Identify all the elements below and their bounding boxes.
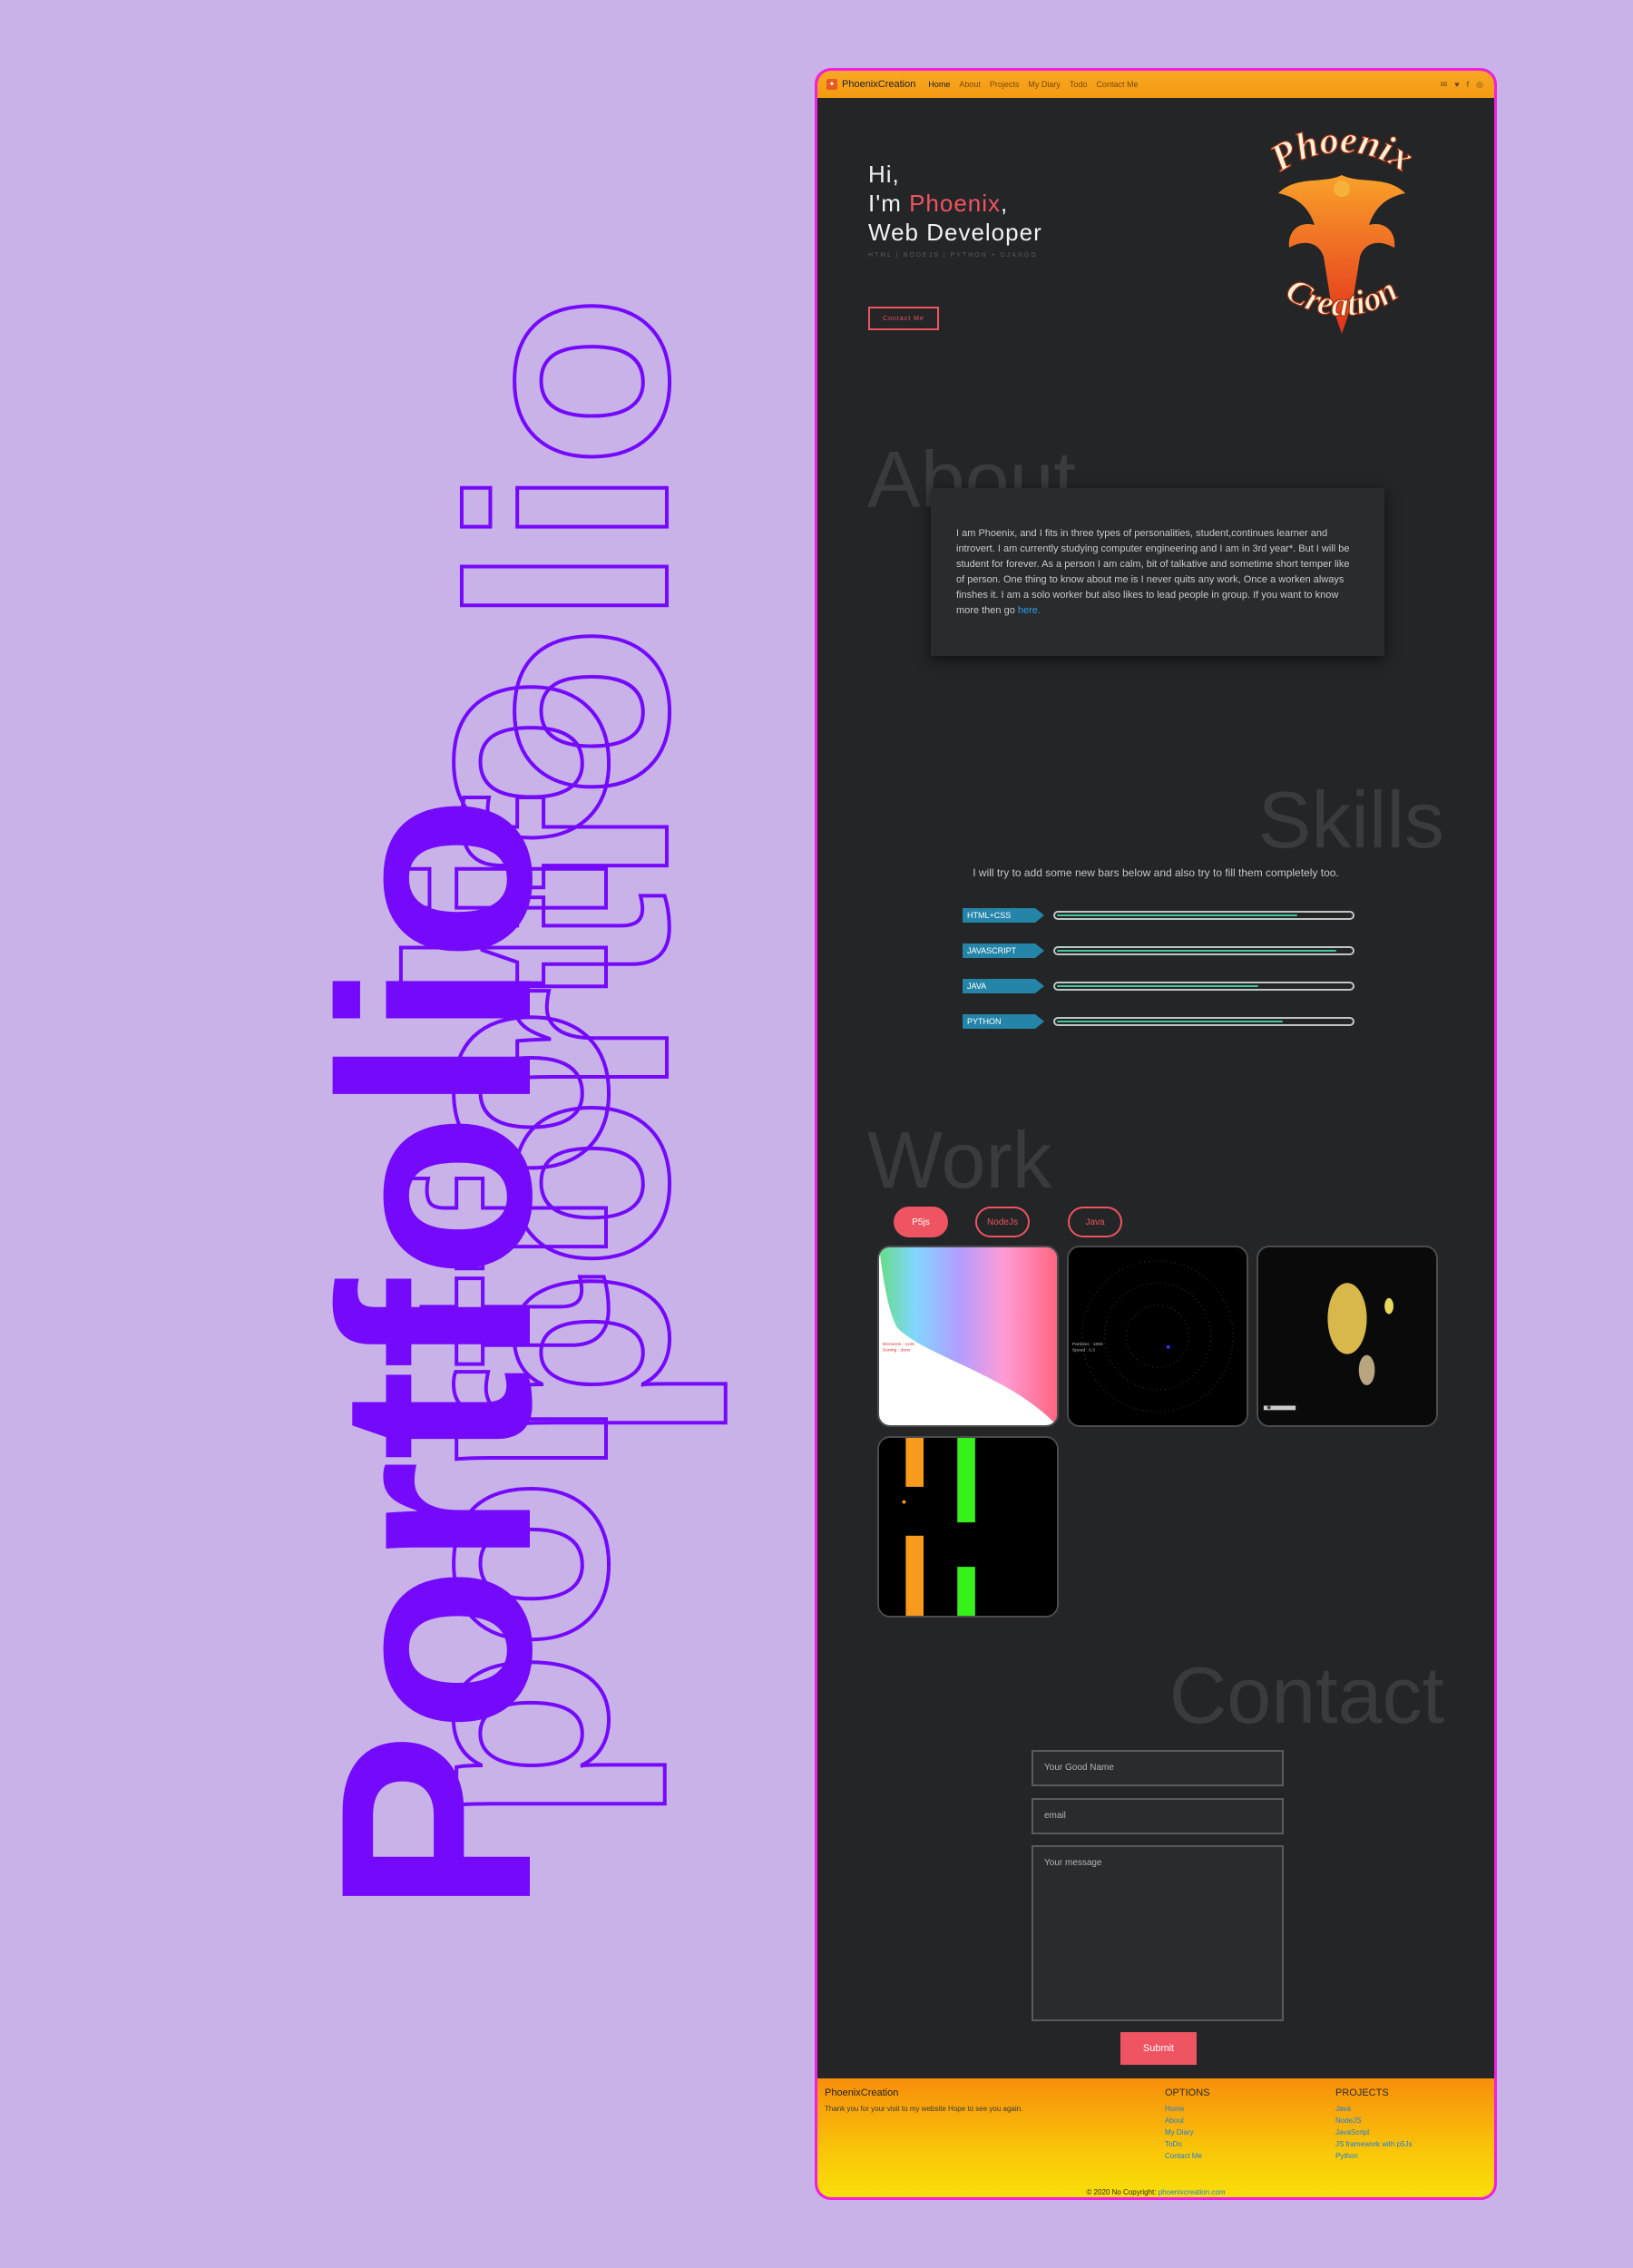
- sorting-visualizer-image: Elements : 1126 Sorting : done: [879, 1247, 1057, 1425]
- email-input[interactable]: email: [1032, 1798, 1284, 1834]
- submit-button[interactable]: Submit: [1120, 2032, 1197, 2065]
- footer-link-home[interactable]: Home: [1165, 2103, 1210, 2115]
- flappy-game-image: [879, 1438, 1057, 1616]
- twitter-icon[interactable]: ♥: [1454, 80, 1459, 90]
- hero-line-role: Web Developer: [868, 219, 1042, 246]
- footer-link-todo[interactable]: ToDo: [1165, 2138, 1210, 2150]
- skill-label: PYTHON: [963, 1014, 1044, 1029]
- mail-icon[interactable]: ✉: [1441, 80, 1448, 90]
- footer-link-my-diary[interactable]: My Diary: [1165, 2126, 1210, 2138]
- contact-section-title: Contact: [1169, 1650, 1444, 1740]
- skill-progress-fill: [1057, 1021, 1283, 1022]
- skill-progress-bar: [1053, 911, 1354, 920]
- svg-text:Particles : 1000: Particles : 1000: [1072, 1342, 1103, 1347]
- nav-my-diary[interactable]: My Diary: [1028, 80, 1061, 89]
- phoenix-creation-logo: Phoenix Creation: [1262, 121, 1421, 334]
- skill-progress-fill: [1057, 914, 1297, 916]
- nav-contact[interactable]: Contact Me: [1096, 80, 1138, 89]
- hero-line-hi: Hi,: [868, 161, 900, 188]
- skill-progress-bar: [1053, 1017, 1354, 1026]
- footer-options: OPTIONS Home About My Diary ToDo Contact…: [1165, 2087, 1210, 2162]
- footer-link-contact[interactable]: Contact Me: [1165, 2150, 1210, 2162]
- svg-text:Elements : 1126: Elements : 1126: [883, 1342, 914, 1347]
- tab-p5js[interactable]: P5js: [894, 1207, 948, 1237]
- footer-options-title: OPTIONS: [1165, 2087, 1210, 2098]
- tab-nodejs[interactable]: NodeJs: [975, 1207, 1030, 1237]
- copyright-link[interactable]: phoenixcreation.com: [1159, 2188, 1226, 2196]
- hero-name: Phoenix: [909, 190, 1002, 217]
- tab-java[interactable]: Java: [1068, 1207, 1122, 1237]
- footer-project-java[interactable]: Java: [1335, 2103, 1412, 2115]
- footer-project-python[interactable]: Python: [1335, 2150, 1412, 2162]
- footer-brand: PhoenixCreation: [825, 2087, 899, 2098]
- footer-project-javascript[interactable]: JavaScript: [1335, 2126, 1412, 2138]
- skill-row: JAVASCRIPT: [963, 943, 1354, 958]
- skill-label: HTML+CSS: [963, 908, 1044, 923]
- project-thumb-solar-system[interactable]: [1257, 1246, 1438, 1427]
- skill-progress-bar: [1053, 982, 1354, 991]
- nav-home[interactable]: Home: [928, 80, 950, 89]
- background-solid-word: Portfolio: [283, 795, 588, 1914]
- svg-text:Sorting : done: Sorting : done: [883, 1348, 911, 1354]
- project-thumb-flappy[interactable]: [877, 1436, 1059, 1618]
- hero-tech-tags: HTML | NODEJS | PYTHON + DJANGO: [868, 252, 1038, 259]
- about-text: I am Phoenix, and I fits in three types …: [956, 528, 1350, 616]
- starfield-image: Particles : 1000 Speed : 0.3: [1069, 1247, 1247, 1425]
- social-links: ✉ ♥ f ◎: [1441, 80, 1483, 90]
- nav-todo[interactable]: Todo: [1070, 80, 1088, 89]
- facebook-icon[interactable]: f: [1467, 80, 1470, 90]
- skill-progress-bar: [1053, 946, 1354, 955]
- logo-text-top: Phoenix: [1262, 121, 1421, 181]
- website-mockup: ✦ PhoenixCreation Home About Projects My…: [815, 68, 1497, 2200]
- svg-text:Phoenix: Phoenix: [1263, 121, 1421, 181]
- project-thumb-starfield[interactable]: Particles : 1000 Speed : 0.3: [1067, 1246, 1248, 1427]
- footer-thanks: Thank you for your visit to my website H…: [825, 2105, 1023, 2113]
- nav-links: Home About Projects My Diary Todo Contac…: [928, 80, 1138, 89]
- skill-progress-fill: [1057, 985, 1259, 987]
- navbar-brand[interactable]: PhoenixCreation: [842, 79, 915, 90]
- footer-copyright: © 2020 No Copyright: phoenixcreation.com: [817, 2188, 1494, 2196]
- contact-me-button[interactable]: Contact Me: [868, 307, 939, 330]
- site-footer: PhoenixCreation Thank you for your visit…: [817, 2078, 1494, 2197]
- skill-progress-fill: [1057, 950, 1336, 952]
- solar-system-image: [1258, 1247, 1436, 1425]
- footer-projects: PROJECTS Java NodeJS JavaScript JS frame…: [1335, 2087, 1412, 2162]
- footer-projects-title: PROJECTS: [1335, 2087, 1389, 2098]
- skills-intro: I will try to add some new bars below an…: [973, 866, 1339, 879]
- message-textarea[interactable]: Your message: [1032, 1845, 1284, 2021]
- nav-about[interactable]: About: [959, 80, 981, 89]
- hero-comma: ,: [1001, 190, 1009, 217]
- footer-project-nodejs[interactable]: NodeJS: [1335, 2115, 1412, 2126]
- nav-projects[interactable]: Projects: [990, 80, 1020, 89]
- skills-section-title: Skills: [1257, 775, 1444, 865]
- brand-logo-icon[interactable]: ✦: [826, 79, 837, 90]
- skill-row: HTML+CSS: [963, 908, 1354, 923]
- name-input[interactable]: Your Good Name: [1032, 1750, 1284, 1786]
- hero-line-name: I'm Phoenix,: [868, 189, 1042, 218]
- hero-im: I'm: [868, 190, 910, 217]
- instagram-icon[interactable]: ◎: [1476, 80, 1483, 90]
- skill-row: JAVA: [963, 979, 1354, 993]
- skill-label: JAVA: [963, 979, 1044, 993]
- project-thumb-sorting[interactable]: Elements : 1126 Sorting : done: [877, 1246, 1059, 1427]
- about-more-link[interactable]: here.: [1018, 605, 1041, 616]
- work-section-title: Work: [867, 1115, 1052, 1205]
- footer-link-about[interactable]: About: [1165, 2115, 1210, 2126]
- hero-heading: Hi, I'm Phoenix, Web Developer: [868, 160, 1042, 247]
- skill-row: PYTHON: [963, 1014, 1354, 1029]
- copyright-text: © 2020 No Copyright:: [1086, 2188, 1157, 2196]
- top-navbar: ✦ PhoenixCreation Home About Projects My…: [817, 71, 1494, 98]
- skill-label: JAVASCRIPT: [963, 943, 1044, 958]
- svg-text:Speed : 0.3: Speed : 0.3: [1072, 1348, 1095, 1354]
- about-card: I am Phoenix, and I fits in three types …: [931, 488, 1384, 656]
- footer-project-p5js[interactable]: JS framework with p5Js: [1335, 2138, 1412, 2150]
